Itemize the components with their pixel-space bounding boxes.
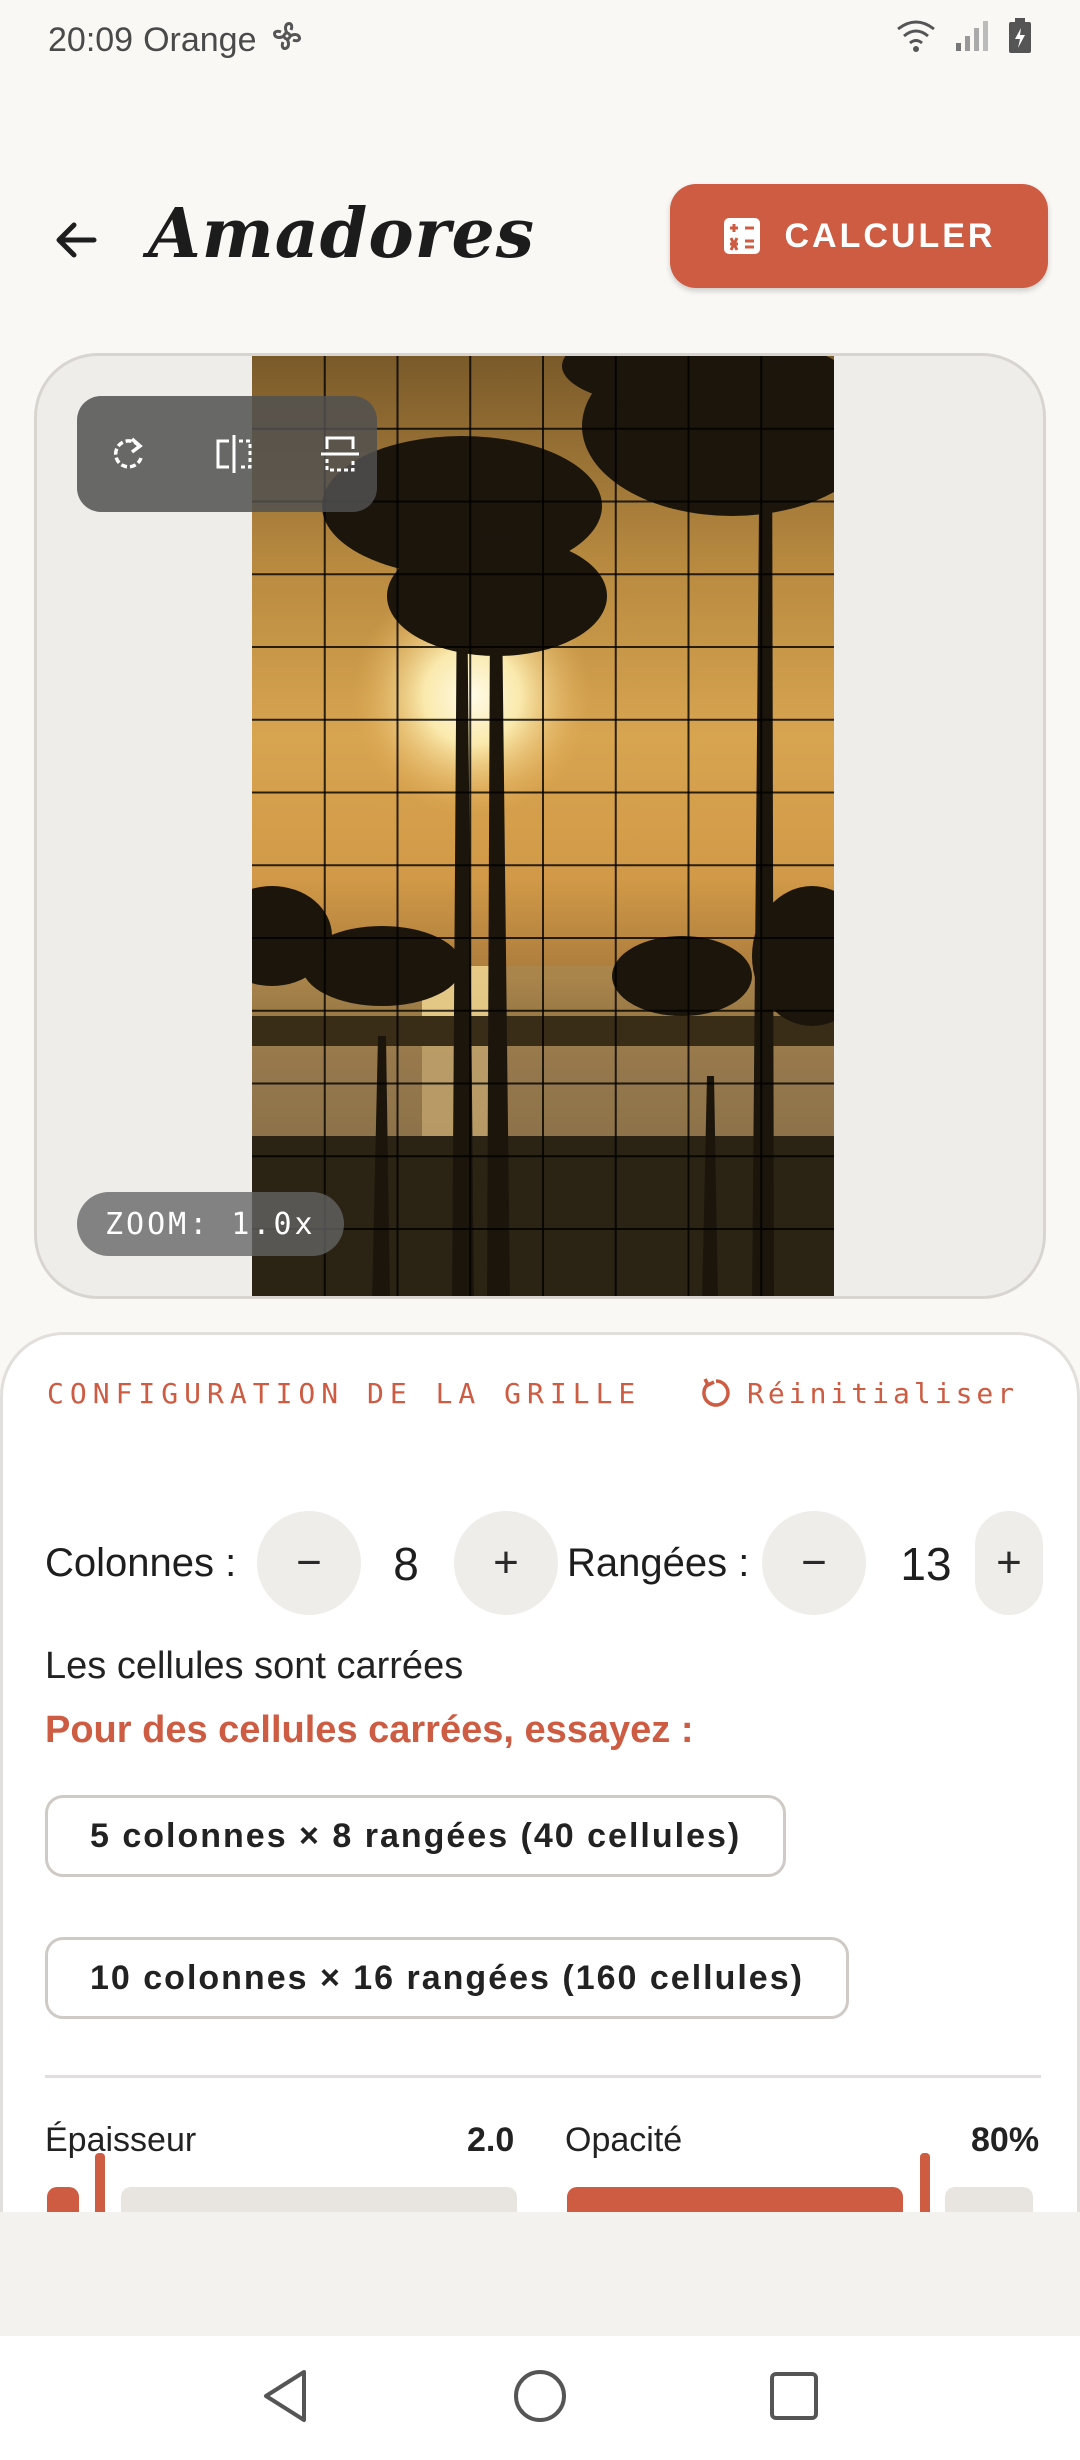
rotate-button[interactable]: [101, 427, 155, 481]
thickness-value: 2.0: [467, 2121, 515, 2159]
columns-decrement-button[interactable]: −: [257, 1511, 361, 1615]
opacity-inactive-track: [945, 2187, 1033, 2212]
calculator-icon: [723, 218, 760, 254]
calculate-button[interactable]: CALCULER: [670, 184, 1048, 288]
nav-home-button[interactable]: [512, 2368, 568, 2429]
page-title: Amadores: [148, 194, 536, 274]
thickness-thumb[interactable]: [95, 2153, 105, 2212]
columns-increment-button[interactable]: +: [454, 1511, 558, 1615]
back-button[interactable]: [40, 204, 112, 276]
opacity-label: Opacité: [565, 2121, 683, 2159]
section-title: CONFIGURATION DE LA GRILLE: [47, 1377, 642, 1410]
minus-icon: −: [801, 1538, 827, 1587]
plus-icon: +: [996, 1538, 1022, 1587]
thickness-inactive-track: [121, 2187, 517, 2212]
square-cells-note: Les cellules sont carrées: [45, 1645, 464, 1687]
suggestion-chip[interactable]: 10 colonnes × 16 rangées (160 cellules): [45, 1937, 849, 2019]
flip-vertical-button[interactable]: [313, 427, 367, 481]
zoom-indicator: ZOOM: 1.0x: [77, 1192, 344, 1256]
opacity-active-track: [567, 2187, 903, 2212]
rows-decrement-button[interactable]: −: [762, 1511, 866, 1615]
image-preview-card[interactable]: ZOOM: 1.0x: [34, 353, 1046, 1299]
columns-value: 8: [393, 1538, 419, 1590]
plus-icon: +: [493, 1538, 519, 1587]
flip-vertical-icon: [321, 436, 359, 472]
grid-config-panel: CONFIGURATION DE LA GRILLE Réinitialiser…: [0, 1332, 1080, 2212]
thickness-active-track: [47, 2187, 79, 2212]
calculate-label: CALCULER: [784, 216, 996, 255]
status-bar: 20:09 Orange: [0, 0, 1080, 80]
reset-label: Réinitialiser: [747, 1376, 1019, 1410]
columns-label: Colonnes :: [45, 1541, 237, 1585]
app-bar: Amadores CALCULER: [0, 180, 1080, 290]
triangle-back-icon: [264, 2369, 306, 2422]
square-recents-icon: [770, 2371, 818, 2420]
status-time: 20:09: [48, 20, 134, 59]
battery-icon: [1008, 17, 1032, 63]
fan-icon: [267, 16, 307, 65]
wifi-icon: [896, 19, 936, 62]
flip-horizontal-icon: [216, 435, 252, 473]
bottom-spacer: [0, 2212, 1080, 2336]
opacity-thumb[interactable]: [920, 2153, 930, 2212]
grid-size-steppers: Colonnes : − 8 + Rangées : − 13 +: [3, 1511, 1077, 1615]
opacity-value: 80%: [971, 2121, 1040, 2159]
flip-horizontal-button[interactable]: [207, 427, 261, 481]
reset-icon: [702, 1378, 730, 1407]
carrier-name: Orange: [143, 20, 257, 59]
rows-label: Rangées :: [567, 1541, 750, 1585]
suggestions-title: Pour des cellules carrées, essayez :: [45, 1709, 694, 1751]
nav-back-button[interactable]: [260, 2368, 312, 2429]
divider: [45, 2075, 1041, 2078]
rows-increment-button[interactable]: +: [975, 1511, 1043, 1615]
minus-icon: −: [296, 1538, 322, 1587]
suggestion-chip[interactable]: 5 colonnes × 8 rangées (40 cellules): [45, 1795, 787, 1877]
nav-recents-button[interactable]: [768, 2370, 820, 2427]
signal-icon: [954, 19, 990, 62]
thickness-label: Épaisseur: [45, 2121, 197, 2159]
rotate-icon: [113, 437, 143, 469]
system-nav-bar: [0, 2336, 1080, 2460]
circle-home-icon: [514, 2369, 566, 2422]
image-tools-toolbar: [77, 396, 377, 512]
rows-value: 13: [900, 1538, 952, 1590]
arrow-left-icon: [56, 222, 97, 258]
reset-button[interactable]: Réinitialiser: [699, 1371, 1018, 1415]
